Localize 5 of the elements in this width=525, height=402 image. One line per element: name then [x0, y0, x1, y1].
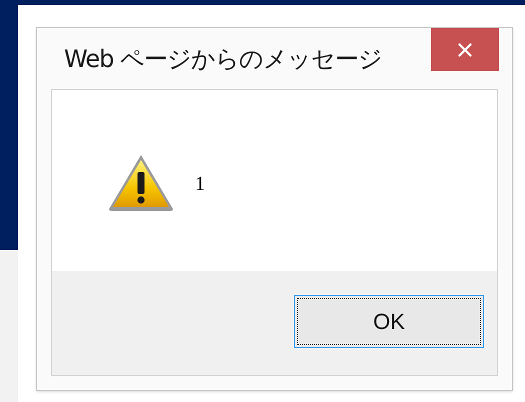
- ok-button[interactable]: OK: [294, 295, 484, 348]
- dialog-title: Web ページからのメッセージ: [64, 44, 382, 75]
- message-text: 1: [195, 172, 205, 197]
- warning-icon: [107, 153, 175, 213]
- close-button[interactable]: [431, 28, 499, 71]
